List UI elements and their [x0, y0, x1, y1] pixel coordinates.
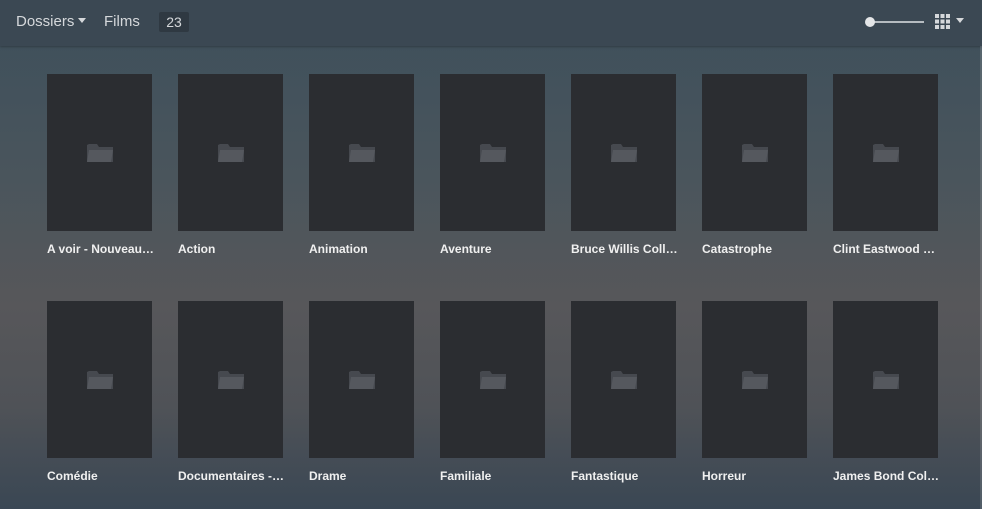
folder-tile[interactable]: Fantastique	[571, 301, 677, 483]
folder-tile[interactable]: Animation	[309, 74, 415, 256]
folder-title[interactable]: Fantastique	[571, 469, 679, 483]
folder-poster[interactable]	[440, 301, 545, 458]
folder-title[interactable]: Action	[178, 242, 286, 256]
folder-title[interactable]: Catastrophe	[702, 242, 810, 256]
grid-icon	[935, 14, 950, 29]
library-link[interactable]: Films	[104, 13, 140, 30]
folder-title[interactable]: Aventure	[440, 242, 548, 256]
folder-poster[interactable]	[702, 301, 807, 458]
folder-poster[interactable]	[571, 301, 676, 458]
folder-poster[interactable]	[309, 74, 414, 231]
folder-poster[interactable]	[833, 74, 938, 231]
slider-track	[868, 21, 924, 23]
folder-title[interactable]: Drame	[309, 469, 417, 483]
chevron-down-icon	[78, 18, 87, 23]
folder-title[interactable]: James Bond Colle…	[833, 469, 941, 483]
item-count-badge: 23	[159, 12, 189, 32]
folder-poster[interactable]	[440, 74, 545, 231]
folder-tile[interactable]: James Bond Colle…	[833, 301, 941, 483]
folder-tile[interactable]: Catastrophe	[702, 74, 808, 256]
folder-title[interactable]: Documentaires - …	[178, 469, 286, 483]
folder-poster[interactable]	[571, 74, 676, 231]
top-bar: Dossiers Films 23	[0, 0, 982, 46]
folder-title[interactable]: Clint Eastwood C…	[833, 242, 941, 256]
folder-icon	[218, 371, 244, 389]
folder-poster[interactable]	[178, 74, 283, 231]
folder-icon	[611, 371, 637, 389]
folder-poster[interactable]	[47, 301, 152, 458]
folder-tile[interactable]: Drame	[309, 301, 415, 483]
folder-title[interactable]: Comédie	[47, 469, 155, 483]
folder-tile[interactable]: Familiale	[440, 301, 546, 483]
folder-title[interactable]: A voir - Nouveauté…	[47, 242, 155, 256]
folder-poster[interactable]	[309, 301, 414, 458]
folder-tile[interactable]: Horreur	[702, 301, 808, 483]
folder-icon	[873, 144, 899, 162]
folder-title[interactable]: Horreur	[702, 469, 810, 483]
section-dropdown[interactable]: Dossiers	[16, 13, 87, 30]
folder-tile[interactable]: Aventure	[440, 74, 546, 256]
folder-title[interactable]: Animation	[309, 242, 417, 256]
folder-tile[interactable]: Documentaires - …	[178, 301, 286, 483]
folder-poster[interactable]	[833, 301, 938, 458]
folder-icon	[218, 144, 244, 162]
slider-thumb[interactable]	[865, 17, 875, 27]
folder-icon	[742, 144, 768, 162]
folder-icon	[873, 371, 899, 389]
folder-tile[interactable]: A voir - Nouveauté…	[47, 74, 155, 256]
folder-tile[interactable]: Comédie	[47, 301, 153, 483]
folder-tile[interactable]: Clint Eastwood C…	[833, 74, 941, 256]
folder-icon	[742, 371, 768, 389]
folder-icon	[480, 144, 506, 162]
folder-icon	[87, 144, 113, 162]
folder-poster[interactable]	[47, 74, 152, 231]
folder-icon	[87, 371, 113, 389]
view-mode-dropdown[interactable]	[935, 14, 967, 30]
folder-poster[interactable]	[178, 301, 283, 458]
folder-icon	[480, 371, 506, 389]
folder-tile[interactable]: Bruce Willis Colle…	[571, 74, 679, 256]
folder-icon	[349, 371, 375, 389]
poster-size-slider[interactable]	[864, 16, 924, 28]
folder-title[interactable]: Bruce Willis Colle…	[571, 242, 679, 256]
section-label: Dossiers	[16, 13, 75, 30]
folder-title[interactable]: Familiale	[440, 469, 548, 483]
chevron-down-icon	[956, 18, 964, 23]
folder-poster[interactable]	[702, 74, 807, 231]
folder-icon	[611, 144, 637, 162]
folder-icon	[349, 144, 375, 162]
folder-tile[interactable]: Action	[178, 74, 284, 256]
